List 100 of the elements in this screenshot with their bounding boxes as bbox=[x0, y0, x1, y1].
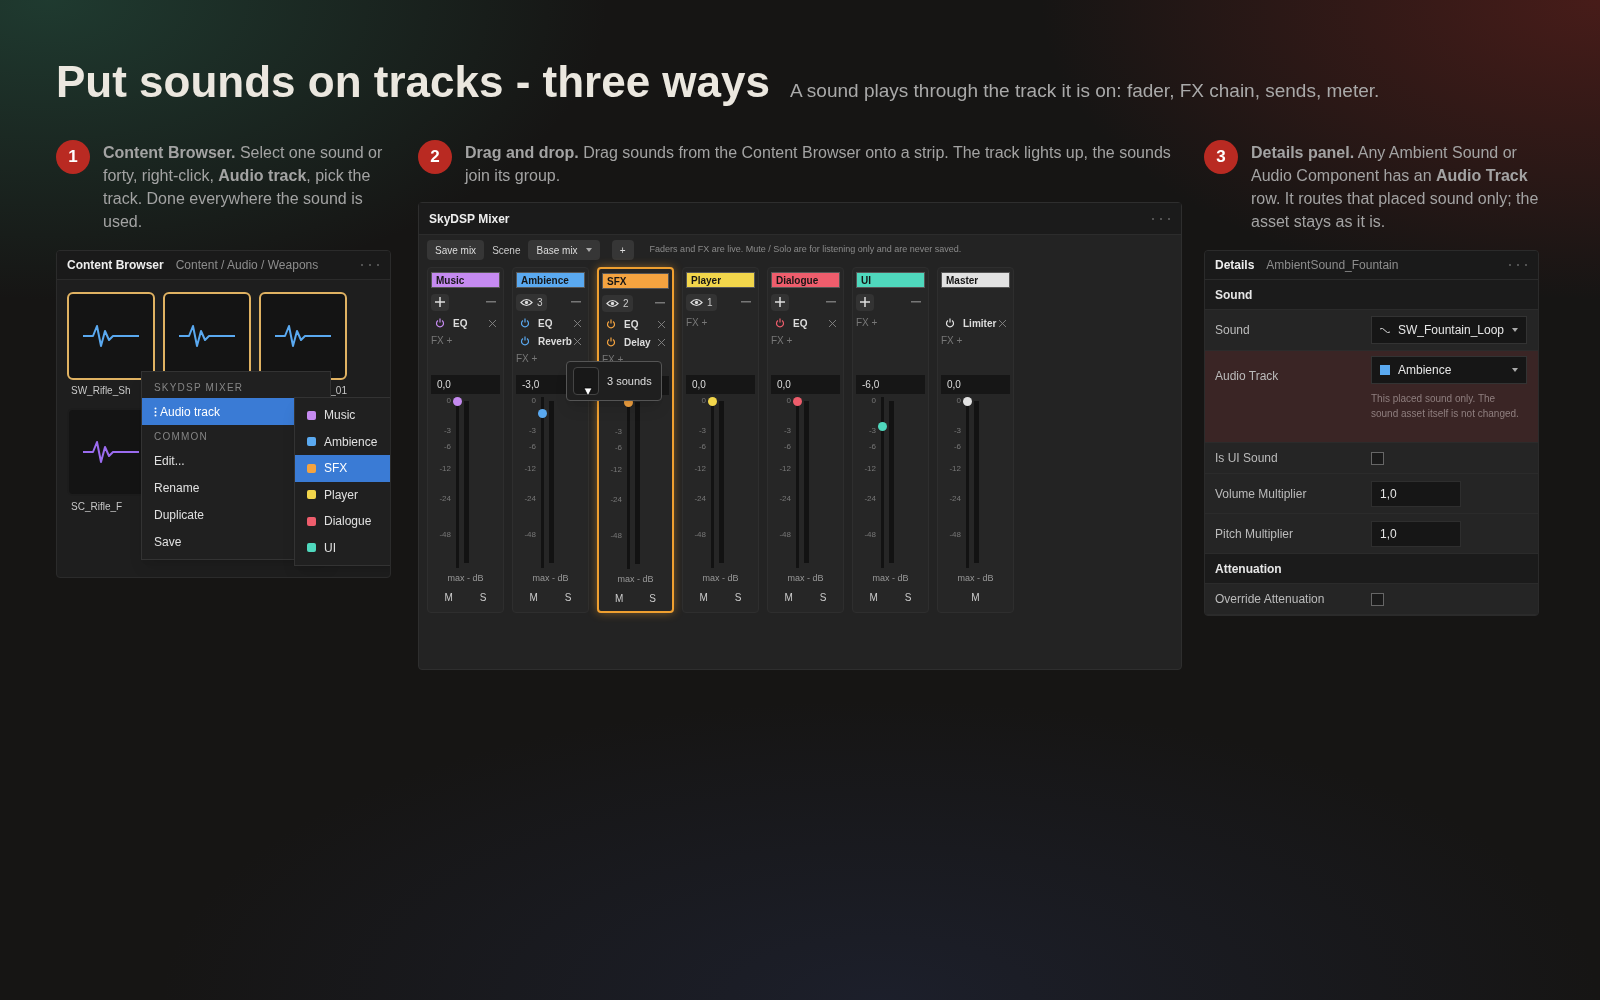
checkbox[interactable] bbox=[1371, 592, 1384, 606]
solo-button[interactable]: S bbox=[560, 589, 576, 605]
submenu-item-label: Player bbox=[324, 486, 358, 504]
mute-button[interactable]: M bbox=[780, 589, 797, 605]
close-icon[interactable] bbox=[658, 320, 665, 328]
tick-label: -24 bbox=[438, 493, 451, 504]
mute-button[interactable]: M bbox=[865, 589, 882, 605]
eye-icon bbox=[690, 297, 703, 307]
mute-button[interactable]: M bbox=[967, 589, 984, 605]
mute-button[interactable]: M bbox=[440, 589, 457, 605]
close-icon[interactable] bbox=[489, 319, 496, 327]
sound-dropdown[interactable]: SW_Fountain_Loop bbox=[1371, 316, 1527, 344]
gain-field[interactable]: 0,0 bbox=[431, 375, 500, 394]
section-header: Attenuation bbox=[1215, 560, 1282, 578]
tick-label: -3 bbox=[527, 425, 536, 436]
asset-tile[interactable] bbox=[259, 292, 347, 380]
submenu-item[interactable]: Ambience bbox=[295, 428, 390, 455]
group-count-button[interactable]: 3 bbox=[516, 293, 547, 311]
close-icon[interactable] bbox=[999, 319, 1006, 327]
fader-track[interactable] bbox=[878, 396, 887, 568]
submenu-item[interactable]: Dialogue bbox=[295, 508, 390, 535]
mute-button[interactable]: M bbox=[695, 589, 712, 605]
save-mix-button[interactable]: Save mix bbox=[427, 240, 485, 260]
page-title: Put sounds on tracks - three ways bbox=[56, 56, 770, 108]
solo-button[interactable]: S bbox=[815, 589, 831, 605]
property-label: Pitch Multiplier bbox=[1215, 525, 1294, 543]
tick-label: -48 bbox=[948, 530, 961, 541]
mute-button[interactable]: M bbox=[525, 589, 542, 605]
close-icon[interactable] bbox=[829, 319, 836, 327]
tick-label: -48 bbox=[438, 530, 451, 541]
track-label: Dialogue bbox=[771, 272, 840, 288]
power-icon[interactable] bbox=[606, 337, 616, 347]
fader-track[interactable] bbox=[963, 396, 972, 568]
fader-track[interactable] bbox=[453, 396, 462, 568]
tick-label: -3 bbox=[867, 425, 876, 436]
solo-button[interactable]: S bbox=[475, 589, 491, 605]
track-dropdown[interactable]: Ambience bbox=[1371, 356, 1527, 384]
eye-icon bbox=[520, 297, 533, 307]
gain-field[interactable]: 0,0 bbox=[771, 375, 840, 394]
fader-track[interactable] bbox=[793, 396, 802, 568]
close-icon[interactable] bbox=[574, 337, 581, 345]
peak-label: max - dB bbox=[871, 572, 910, 585]
number-field[interactable]: 1,0 bbox=[1371, 520, 1461, 547]
group-count-button[interactable]: 2 bbox=[602, 294, 633, 312]
close-icon[interactable] bbox=[574, 319, 581, 327]
peak-label: max - dB bbox=[956, 572, 995, 585]
panel-subtitle: AmbientSound_Fountain bbox=[1266, 257, 1399, 274]
tick-label: -24 bbox=[863, 493, 876, 504]
fader-knob[interactable] bbox=[963, 396, 972, 406]
panel-title: SkyDSP Mixer bbox=[429, 210, 510, 228]
plus-icon bbox=[860, 297, 870, 307]
solo-button[interactable]: S bbox=[900, 589, 916, 605]
tick-label: -24 bbox=[948, 493, 961, 504]
add-button[interactable]: + bbox=[611, 240, 634, 260]
asset-tile[interactable] bbox=[67, 292, 155, 380]
property-label: Audio Track bbox=[1215, 369, 1279, 383]
tick-label: -3 bbox=[952, 425, 961, 436]
fx-name: EQ bbox=[538, 316, 553, 331]
power-icon[interactable] bbox=[520, 336, 530, 346]
step-number: 1 bbox=[56, 140, 90, 174]
tick-label: -24 bbox=[778, 493, 791, 504]
submenu-item[interactable]: SFX bbox=[295, 455, 390, 482]
property-label: Is UI Sound bbox=[1215, 450, 1278, 467]
checkbox[interactable] bbox=[1371, 451, 1384, 465]
fx-name: EQ bbox=[453, 316, 468, 331]
mute-button[interactable]: M bbox=[611, 590, 628, 606]
fader-knob[interactable] bbox=[878, 422, 887, 432]
track-label: UI bbox=[856, 272, 925, 288]
plus-icon bbox=[775, 297, 785, 307]
property-label: Volume Multiplier bbox=[1215, 485, 1307, 503]
fader-track[interactable] bbox=[538, 396, 547, 568]
tick-label: -24 bbox=[693, 493, 706, 504]
group-count-button[interactable]: 1 bbox=[686, 293, 717, 311]
add-group-button[interactable] bbox=[771, 293, 789, 311]
add-group-button[interactable] bbox=[856, 293, 874, 311]
gain-field[interactable]: 0,0 bbox=[941, 375, 1010, 394]
scene-dropdown[interactable]: Base mix bbox=[528, 240, 600, 260]
fader-knob[interactable] bbox=[453, 396, 462, 406]
caret-icon bbox=[1512, 328, 1518, 332]
submenu-item[interactable]: UI bbox=[295, 534, 390, 561]
fx-name: Delay bbox=[624, 335, 651, 350]
power-icon[interactable] bbox=[435, 318, 445, 328]
add-group-button[interactable] bbox=[431, 293, 449, 311]
number-field[interactable]: 1,0 bbox=[1371, 480, 1461, 507]
solo-button[interactable]: S bbox=[645, 590, 660, 606]
gain-field[interactable]: 0,0 bbox=[686, 375, 755, 394]
gain-field[interactable]: -6,0 bbox=[856, 375, 925, 394]
submenu-item[interactable]: Player bbox=[295, 481, 390, 508]
close-icon[interactable] bbox=[658, 338, 665, 346]
fader-track[interactable] bbox=[708, 396, 717, 568]
solo-button[interactable]: S bbox=[730, 589, 746, 605]
submenu-item-label: Dialogue bbox=[324, 513, 372, 531]
fader-knob[interactable] bbox=[538, 409, 547, 419]
fx-name: EQ bbox=[793, 316, 808, 331]
power-icon[interactable] bbox=[606, 319, 616, 329]
power-icon[interactable] bbox=[520, 318, 530, 328]
peak-label: max - dB bbox=[616, 573, 655, 586]
tick-label: -12 bbox=[523, 463, 536, 474]
tick-label: -12 bbox=[693, 463, 706, 474]
fader-knob[interactable] bbox=[708, 396, 717, 406]
